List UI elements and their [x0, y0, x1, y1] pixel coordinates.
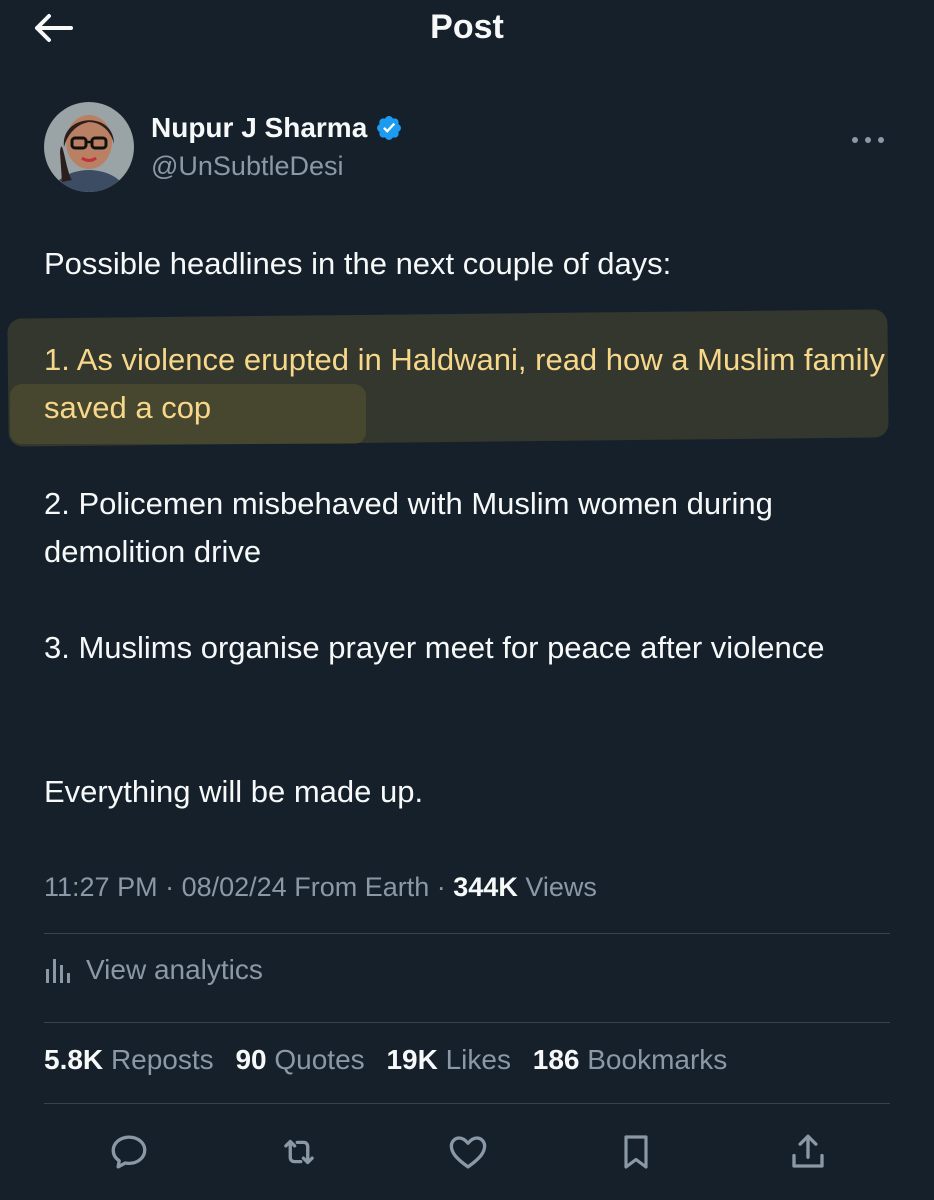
analytics-bars-icon — [46, 959, 70, 983]
tweet-meta: 11:27 PM · 08/02/24 From Earth · 344K Vi… — [44, 872, 597, 903]
tweet-paragraph: Everything will be made up. — [44, 774, 424, 809]
bookmarks-count: 186 — [532, 1044, 580, 1075]
repost-icon — [284, 1139, 314, 1165]
bookmarks-label: Bookmarks — [587, 1044, 728, 1075]
tweet-date[interactable]: 08/02/24 — [182, 872, 287, 902]
likes-count: 19K — [386, 1044, 438, 1075]
reply-button[interactable] — [105, 1128, 153, 1176]
bookmarks-stat[interactable]: 186 Bookmarks — [533, 1044, 728, 1075]
verified-badge-icon — [377, 116, 402, 140]
tweet-paragraph-highlighted: 1. As violence erupted in Haldwani, read… — [44, 342, 885, 425]
more-horizontal-icon — [852, 137, 884, 143]
share-button[interactable] — [784, 1128, 832, 1176]
divider — [44, 1103, 890, 1104]
avatar[interactable] — [44, 102, 134, 192]
tweet-paragraph: 3. Muslims organise prayer meet for peac… — [44, 630, 825, 665]
share-icon — [792, 1134, 824, 1168]
tweet-paragraph: 2. Policemen misbehaved with Muslim wome… — [44, 486, 773, 569]
reposts-count: 5.8K — [44, 1044, 104, 1075]
views-count: 344K — [453, 872, 518, 902]
like-icon — [449, 1136, 487, 1169]
page-title: Post — [430, 8, 504, 46]
views-label: Views — [525, 872, 597, 902]
action-bar — [0, 1122, 934, 1182]
reply-icon — [111, 1135, 147, 1169]
reposts-label: Reposts — [110, 1044, 214, 1075]
quotes-stat[interactable]: 90 Quotes — [235, 1044, 364, 1075]
meta-separator: · — [165, 872, 182, 902]
author-block: Nupur J Sharma @UnSubtleDesi — [44, 102, 894, 194]
reposts-stat[interactable]: 5.8K Reposts — [44, 1044, 214, 1075]
tweet-location: From Earth — [294, 872, 430, 902]
tweet-paragraph: Possible headlines in the next couple of… — [44, 246, 672, 281]
tweet-time[interactable]: 11:27 PM — [44, 872, 158, 902]
divider — [44, 933, 890, 934]
meta-separator: · — [436, 872, 454, 902]
author-name[interactable]: Nupur J Sharma — [151, 112, 367, 144]
quotes-label: Quotes — [274, 1044, 365, 1075]
like-button[interactable] — [444, 1128, 492, 1176]
engagement-stats: 5.8K Reposts 90 Quotes 19K Likes 186 Boo… — [44, 1044, 741, 1076]
bookmark-icon — [624, 1135, 648, 1169]
quotes-count: 90 — [235, 1044, 267, 1075]
likes-stat[interactable]: 19K Likes — [386, 1044, 511, 1075]
view-analytics-button[interactable]: View analytics — [44, 954, 263, 986]
author-handle[interactable]: @UnSubtleDesi — [151, 151, 344, 182]
top-bar: Post — [0, 0, 934, 60]
more-button[interactable] — [850, 130, 886, 150]
likes-label: Likes — [445, 1044, 511, 1075]
divider — [44, 1022, 890, 1023]
bookmark-button[interactable] — [612, 1128, 660, 1176]
repost-button[interactable] — [275, 1128, 323, 1176]
view-analytics-label: View analytics — [86, 954, 263, 985]
